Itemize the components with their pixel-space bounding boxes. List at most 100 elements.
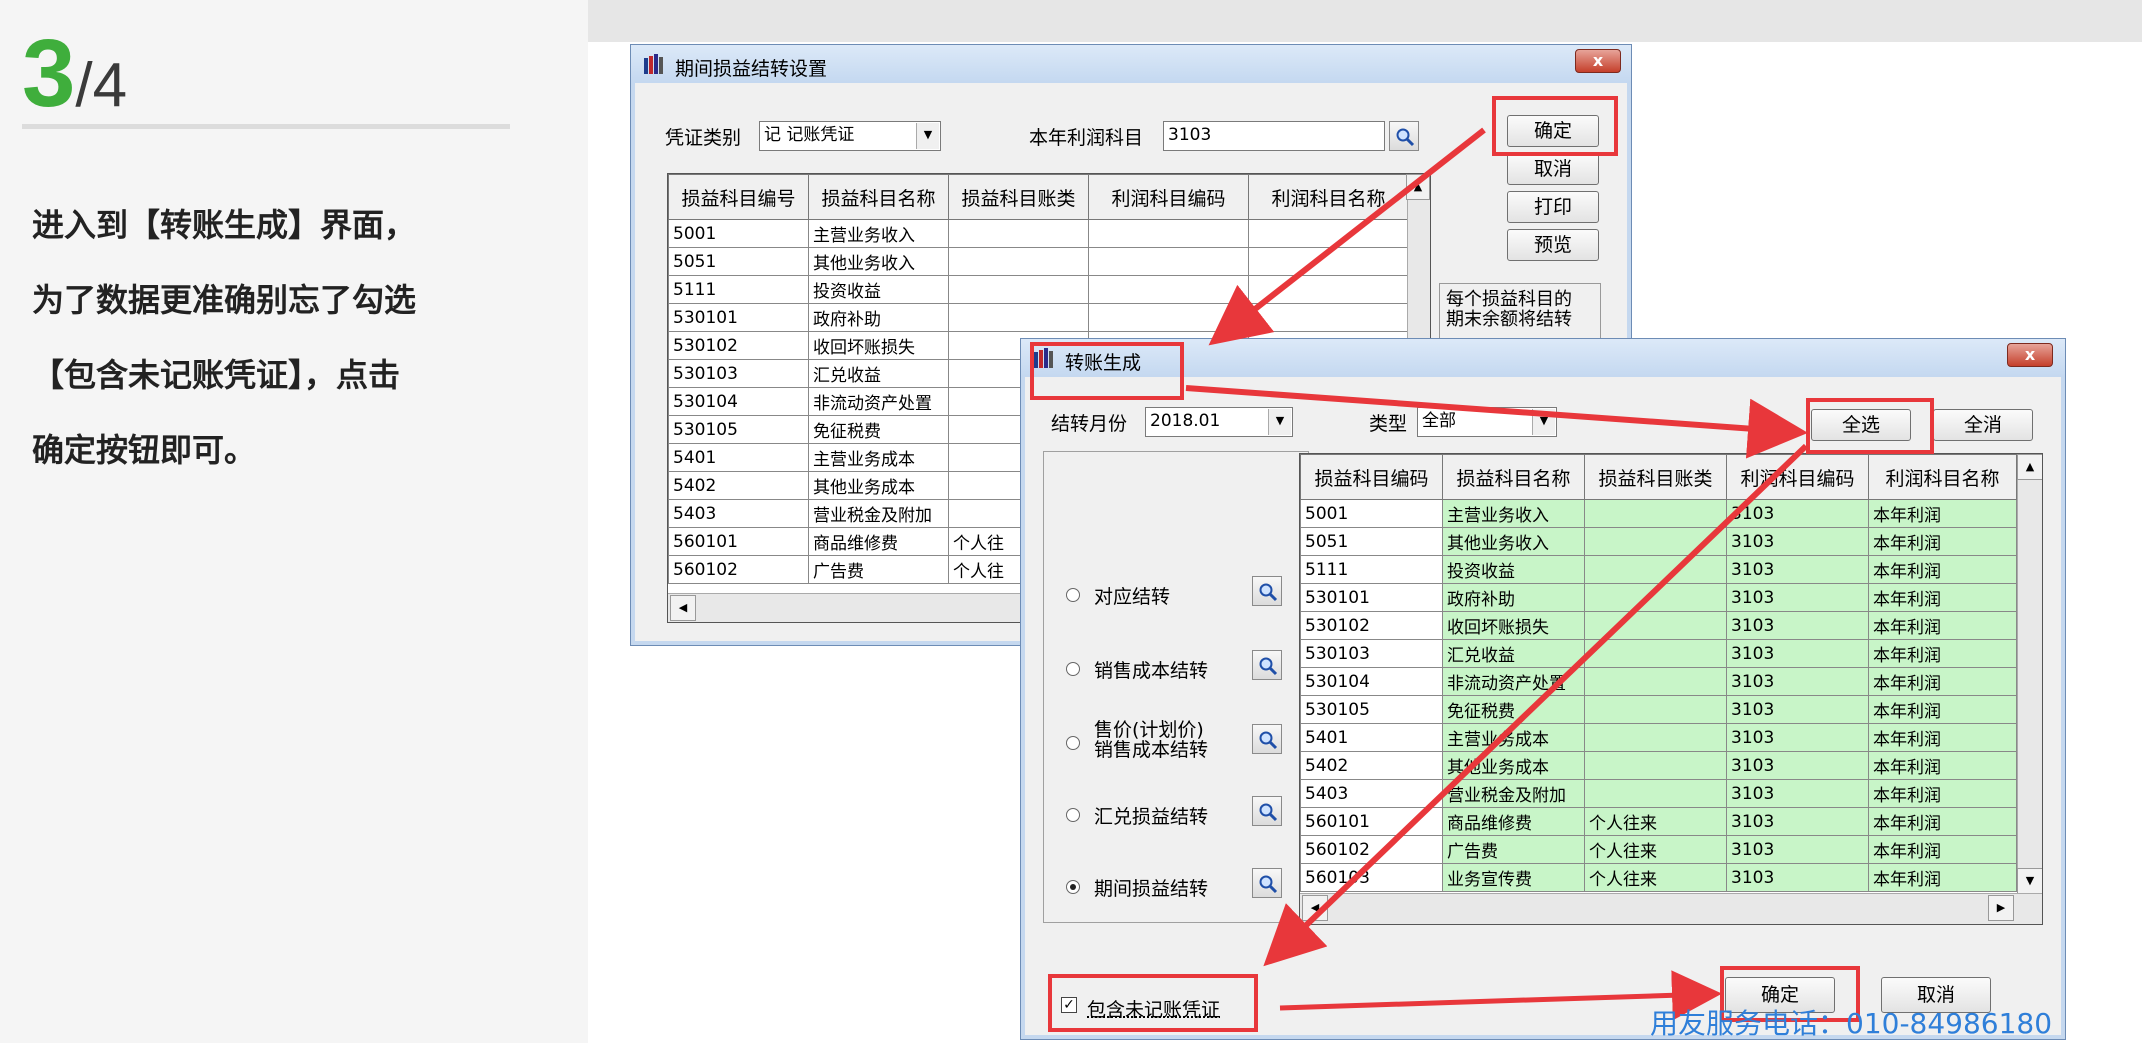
table-cell[interactable]: 本年利润 <box>1868 723 2017 752</box>
preview-button[interactable]: 预览 <box>1507 229 1599 261</box>
radio-planned-price-cost-transfer[interactable] <box>1066 736 1080 750</box>
table-cell[interactable]: 5111 <box>1300 555 1443 584</box>
corresponding-search-button[interactable] <box>1252 576 1282 606</box>
table-cell[interactable]: 3103 <box>1726 835 1869 864</box>
table-cell[interactable] <box>948 247 1089 276</box>
table-row[interactable]: 5001 主营业务收入 3103 本年利润 <box>1300 499 2017 528</box>
table-cell[interactable]: 3103 <box>1726 807 1869 836</box>
cancel-button[interactable]: 取消 <box>1507 153 1599 185</box>
table-cell[interactable] <box>948 219 1089 248</box>
table-cell[interactable] <box>1584 583 1727 612</box>
exchange-search-button[interactable] <box>1252 796 1282 826</box>
table-cell[interactable] <box>1584 667 1727 696</box>
table-cell[interactable] <box>948 275 1089 304</box>
planned-price-search-button[interactable] <box>1252 724 1282 754</box>
table-row[interactable]: 530102 收回坏账损失 3103 本年利润 <box>1300 611 2017 640</box>
radio-sales-cost-transfer[interactable] <box>1066 662 1080 676</box>
table-cell[interactable]: 政府补助 <box>808 303 949 332</box>
table-cell[interactable]: 本年利润 <box>1868 583 2017 612</box>
table-row[interactable]: 530101 政府补助 3103 本年利润 <box>1300 583 2017 612</box>
table-cell[interactable]: 560102 <box>668 555 809 584</box>
table-cell[interactable]: 商品维修费 <box>1442 807 1585 836</box>
table-row[interactable]: 5403 营业税金及附加 3103 本年利润 <box>1300 779 2017 808</box>
table-cell[interactable]: 5001 <box>1300 499 1443 528</box>
table-cell[interactable]: 3103 <box>1726 555 1869 584</box>
table-cell[interactable]: 本年利润 <box>1868 695 2017 724</box>
table-cell[interactable]: 5051 <box>1300 527 1443 556</box>
table-cell[interactable]: 3103 <box>1726 611 1869 640</box>
column-header[interactable]: 损益科目账类 <box>948 174 1089 220</box>
sales-cost-search-button[interactable] <box>1252 650 1282 680</box>
scroll-down-icon[interactable]: ▼ <box>2017 868 2042 894</box>
table-row[interactable]: 560103 业务宣传费 个人往来 3103 本年利润 <box>1300 863 2017 892</box>
table-cell[interactable]: 5111 <box>668 275 809 304</box>
table-cell[interactable]: 530104 <box>668 387 809 416</box>
profit-account-search-button[interactable] <box>1389 121 1419 151</box>
table-cell[interactable]: 5051 <box>668 247 809 276</box>
table-cell[interactable]: 本年利润 <box>1868 779 2017 808</box>
table-row[interactable]: 530105 免征税费 3103 本年利润 <box>1300 695 2017 724</box>
column-header[interactable]: 利润科目名称 <box>1248 174 1409 220</box>
radio-exchange-gain-loss-transfer[interactable] <box>1066 808 1080 822</box>
column-header[interactable]: 损益科目编号 <box>668 174 809 220</box>
table-cell[interactable]: 3103 <box>1726 751 1869 780</box>
scroll-up-icon[interactable]: ▲ <box>2017 454 2042 480</box>
close-button[interactable]: x <box>1575 49 1621 73</box>
table-row[interactable]: 530101 政府补助 <box>668 303 1409 332</box>
print-button[interactable]: 打印 <box>1507 191 1599 223</box>
table-cell[interactable] <box>1248 247 1409 276</box>
table-cell[interactable]: 560102 <box>1300 835 1443 864</box>
table-cell[interactable]: 本年利润 <box>1868 863 2017 892</box>
table-cell[interactable] <box>1248 275 1409 304</box>
table-cell[interactable]: 其他业务收入 <box>808 247 949 276</box>
table-cell[interactable]: 其他业务成本 <box>1442 751 1585 780</box>
table-cell[interactable]: 非流动资产处置 <box>808 387 949 416</box>
table-cell[interactable]: 本年利润 <box>1868 527 2017 556</box>
profit-account-input[interactable]: 3103 <box>1163 121 1385 151</box>
table-cell[interactable]: 530101 <box>668 303 809 332</box>
scroll-left-icon[interactable]: ◀ <box>670 595 696 621</box>
table-cell[interactable]: 560103 <box>1300 863 1443 892</box>
table-cell[interactable] <box>1248 219 1409 248</box>
table-cell[interactable]: 政府补助 <box>1442 583 1585 612</box>
table-cell[interactable]: 5401 <box>1300 723 1443 752</box>
table-cell[interactable]: 530105 <box>668 415 809 444</box>
column-header[interactable]: 损益科目编码 <box>1300 454 1443 500</box>
table-cell[interactable]: 3103 <box>1726 499 1869 528</box>
table-row[interactable]: 5111 投资收益 <box>668 275 1409 304</box>
table-cell[interactable]: 5403 <box>1300 779 1443 808</box>
table-cell[interactable] <box>1584 639 1727 668</box>
table-cell[interactable]: 个人往来 <box>1584 863 1727 892</box>
table-cell[interactable] <box>1584 611 1727 640</box>
column-header[interactable]: 利润科目编码 <box>1726 454 1869 500</box>
table-cell[interactable]: 本年利润 <box>1868 611 2017 640</box>
table-cell[interactable]: 免征税费 <box>808 415 949 444</box>
table-row[interactable]: 530104 非流动资产处置 3103 本年利润 <box>1300 667 2017 696</box>
table-cell[interactable] <box>1088 219 1249 248</box>
table-cell[interactable]: 其他业务成本 <box>808 471 949 500</box>
table-cell[interactable]: 5402 <box>1300 751 1443 780</box>
table-cell[interactable]: 本年利润 <box>1868 499 2017 528</box>
table-cell[interactable]: 投资收益 <box>808 275 949 304</box>
table-row[interactable]: 560101 商品维修费 个人往来 3103 本年利润 <box>1300 807 2017 836</box>
table-row[interactable]: 560102 广告费 个人往来 3103 本年利润 <box>1300 835 2017 864</box>
scroll-right-icon[interactable]: ▶ <box>1988 895 2014 921</box>
table-row[interactable]: 530103 汇兑收益 3103 本年利润 <box>1300 639 2017 668</box>
table-row[interactable]: 5111 投资收益 3103 本年利润 <box>1300 555 2017 584</box>
scroll-up-icon[interactable]: ▲ <box>1406 174 1430 200</box>
table-cell[interactable] <box>1584 499 1727 528</box>
table-cell[interactable]: 3103 <box>1726 583 1869 612</box>
table-cell[interactable] <box>1584 723 1727 752</box>
table-cell[interactable]: 广告费 <box>808 555 949 584</box>
table-cell[interactable]: 主营业务成本 <box>1442 723 1585 752</box>
table-cell[interactable]: 非流动资产处置 <box>1442 667 1585 696</box>
table-cell[interactable]: 3103 <box>1726 723 1869 752</box>
scroll-left-icon[interactable]: ◀ <box>1302 895 1328 921</box>
table-cell[interactable] <box>1584 527 1727 556</box>
table-cell[interactable]: 5001 <box>668 219 809 248</box>
table-cell[interactable]: 汇兑收益 <box>808 359 949 388</box>
table-row[interactable]: 5051 其他业务收入 <box>668 247 1409 276</box>
column-header[interactable]: 损益科目名称 <box>808 174 949 220</box>
table-cell[interactable]: 营业税金及附加 <box>808 499 949 528</box>
table-cell[interactable]: 5403 <box>668 499 809 528</box>
